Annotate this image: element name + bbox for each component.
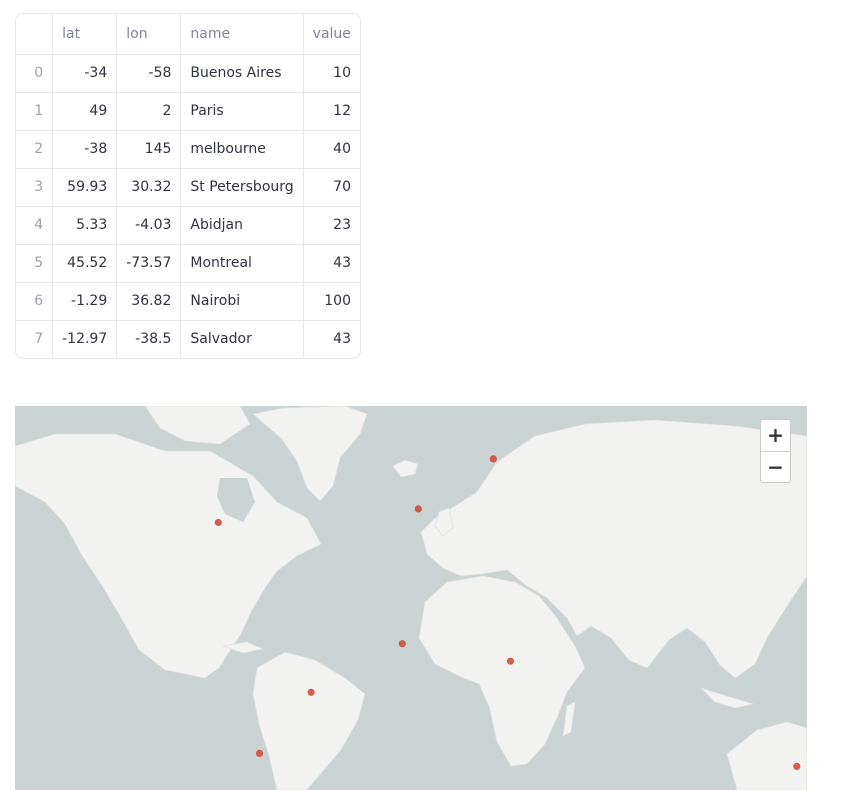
zoom-control: + −: [760, 419, 791, 483]
world-map[interactable]: [15, 406, 807, 790]
row-index-cell[interactable]: 1: [16, 92, 54, 131]
value-cell[interactable]: 70: [303, 168, 360, 207]
lon-cell[interactable]: 36.82: [116, 282, 182, 321]
name-cell[interactable]: Buenos Aires: [180, 54, 304, 93]
map-marker[interactable]: [489, 455, 497, 463]
map-marker[interactable]: [398, 640, 406, 648]
map-marker[interactable]: [307, 688, 315, 696]
value-cell[interactable]: 100: [303, 282, 360, 321]
map-marker[interactable]: [214, 518, 222, 527]
iceland-landmass: [392, 459, 419, 478]
south-america-landmass: [252, 651, 366, 790]
map-marker[interactable]: [793, 762, 801, 770]
lat-cell[interactable]: -38: [52, 130, 118, 169]
minus-icon: −: [767, 455, 784, 479]
lon-cell[interactable]: -4.03: [116, 206, 182, 245]
name-cell[interactable]: Salvador: [180, 320, 304, 358]
lon-cell[interactable]: -73.57: [116, 244, 182, 283]
value-cell[interactable]: 40: [303, 130, 360, 169]
zoom-out-button[interactable]: −: [761, 452, 790, 483]
name-cell[interactable]: Abidjan: [180, 206, 304, 245]
lat-cell[interactable]: 5.33: [52, 206, 118, 245]
lat-cell[interactable]: -12.97: [52, 320, 118, 358]
madagascar-landmass: [562, 701, 576, 737]
name-cell[interactable]: Montreal: [180, 244, 304, 283]
name-cell[interactable]: Paris: [180, 92, 304, 131]
name-cell[interactable]: Nairobi: [180, 282, 304, 321]
column-header-name[interactable]: name: [180, 14, 304, 55]
row-index-cell[interactable]: 3: [16, 168, 54, 207]
lat-cell[interactable]: 45.52: [52, 244, 118, 283]
lon-cell[interactable]: -58: [116, 54, 182, 93]
row-index-cell[interactable]: 5: [16, 244, 54, 283]
table-row: 3 59.93 30.32 St Petersbourg 70: [16, 168, 360, 207]
table-row: 1 49 2 Paris 12: [16, 92, 360, 131]
lon-cell[interactable]: 30.32: [116, 168, 182, 207]
column-header-value[interactable]: value: [303, 14, 360, 55]
table-row: 4 5.33 -4.03 Abidjan 23: [16, 206, 360, 245]
indonesia-landmass: [700, 687, 755, 709]
lat-cell[interactable]: 59.93: [52, 168, 118, 207]
row-index-cell[interactable]: 6: [16, 282, 54, 321]
column-header-lat[interactable]: lat: [52, 14, 118, 55]
value-cell[interactable]: 43: [303, 244, 360, 283]
table-row: 7 -12.97 -38.5 Salvador 43: [16, 320, 360, 358]
lon-cell[interactable]: 145: [116, 130, 182, 169]
map-marker[interactable]: [506, 657, 515, 665]
arctic-islands-landmass: [144, 406, 251, 445]
column-header-index[interactable]: [16, 14, 54, 55]
table-row: 6 -1.29 36.82 Nairobi 100: [16, 282, 360, 321]
name-cell[interactable]: St Petersbourg: [180, 168, 304, 207]
value-cell[interactable]: 23: [303, 206, 360, 245]
value-cell[interactable]: 43: [303, 320, 360, 358]
map-marker[interactable]: [255, 749, 264, 757]
table-row: 5 45.52 -73.57 Montreal 43: [16, 244, 360, 283]
table-row: 0 -34 -58 Buenos Aires 10: [16, 54, 360, 93]
dataframe-table[interactable]: lat lon name value 0 -34 -58 Buenos Aires 10…: [15, 13, 361, 359]
lat-cell[interactable]: -34: [52, 54, 118, 93]
column-header-lon[interactable]: lon: [116, 14, 182, 55]
map-canvas: [15, 406, 807, 790]
lon-cell[interactable]: 2: [116, 92, 182, 131]
table-header-row: lat lon name value: [16, 14, 360, 55]
row-index-cell[interactable]: 7: [16, 320, 54, 358]
greenland-landmass: [252, 406, 368, 502]
value-cell[interactable]: 10: [303, 54, 360, 93]
row-index-cell[interactable]: 2: [16, 130, 54, 169]
land-layer: [15, 406, 807, 790]
lon-cell[interactable]: -38.5: [116, 320, 182, 358]
lat-cell[interactable]: -1.29: [52, 282, 118, 321]
name-cell[interactable]: melbourne: [180, 130, 304, 169]
map-marker[interactable]: [414, 505, 422, 513]
value-cell[interactable]: 12: [303, 92, 360, 131]
table-row: 2 -38 145 melbourne 40: [16, 130, 360, 169]
row-index-cell[interactable]: 4: [16, 206, 54, 245]
row-index-cell[interactable]: 0: [16, 54, 54, 93]
australia-landmass: [726, 721, 807, 790]
plus-icon: +: [767, 423, 784, 447]
lat-cell[interactable]: 49: [52, 92, 118, 131]
zoom-in-button[interactable]: +: [761, 420, 790, 451]
north-america-landmass: [15, 433, 322, 679]
